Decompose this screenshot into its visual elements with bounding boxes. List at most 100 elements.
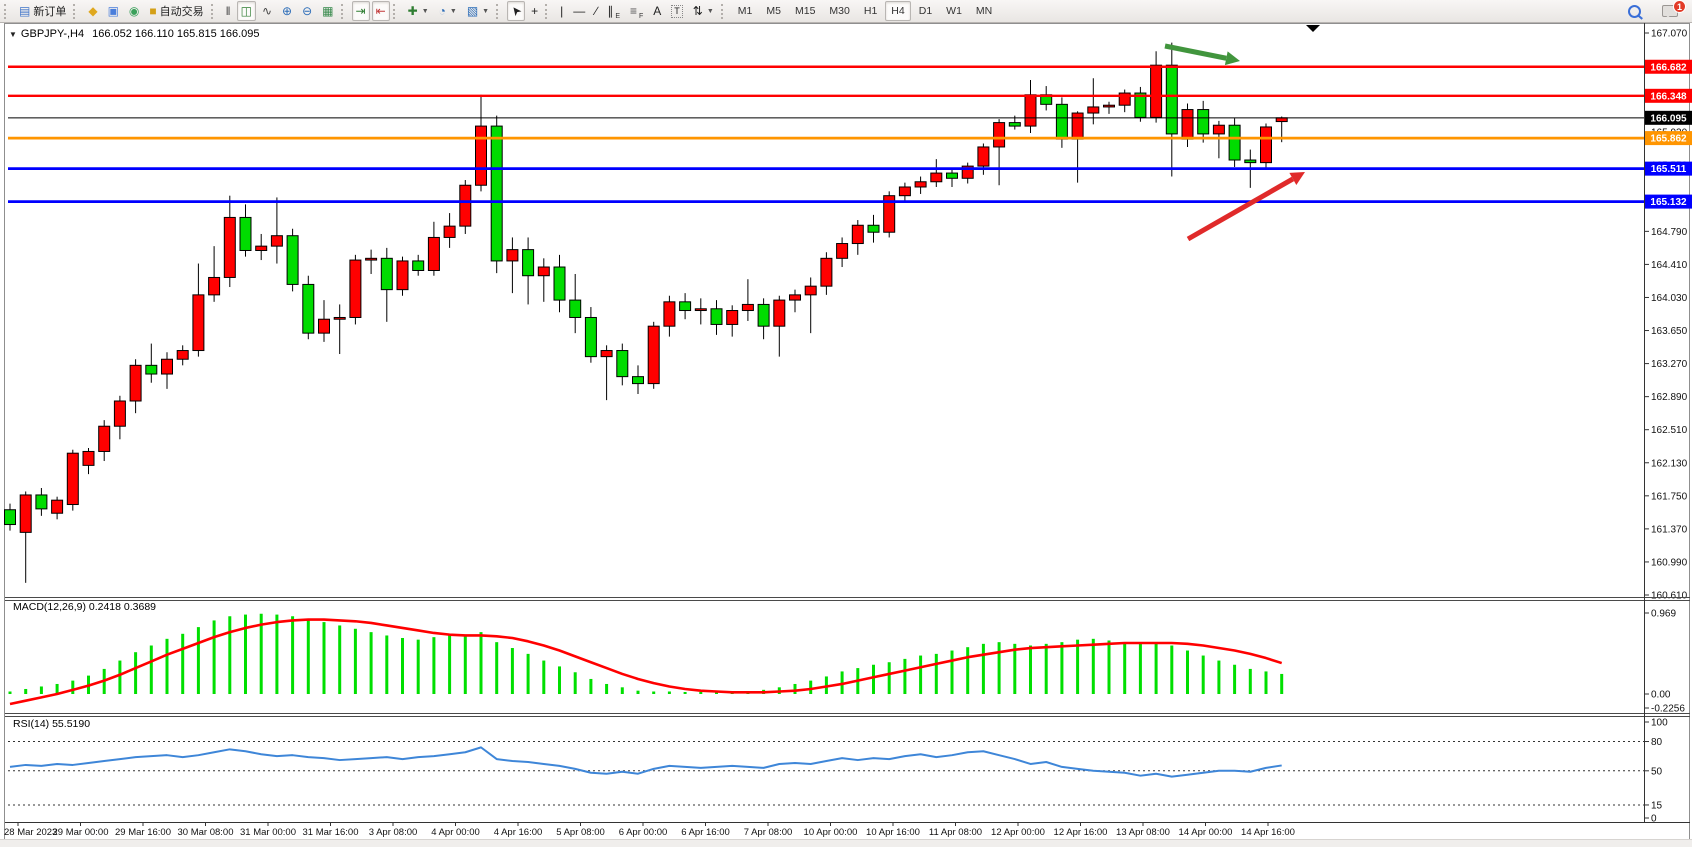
macd-histogram-bar xyxy=(385,635,388,694)
status-bar xyxy=(0,839,1692,847)
search-button[interactable] xyxy=(1624,1,1645,21)
metaeditor-button[interactable]: ◆ xyxy=(84,1,101,21)
macd-histogram-bar xyxy=(668,691,671,694)
candle-body xyxy=(1088,107,1099,113)
chevron-down-icon[interactable]: ▼ xyxy=(482,8,489,15)
date-axis-label: 13 Apr 08:00 xyxy=(1116,827,1170,838)
rsi-axis-label: 15 xyxy=(1651,800,1663,811)
chevron-down-icon[interactable]: ▼ xyxy=(450,8,457,15)
toolbar-group-cursor-tools: ➤+ xyxy=(506,0,543,22)
line-chart-button[interactable]: ∿ xyxy=(258,1,276,21)
vertical-line-button[interactable]: | xyxy=(556,1,567,21)
candle-body xyxy=(1151,65,1162,117)
chevron-down-icon[interactable]: ▼ xyxy=(707,8,714,15)
candle-body xyxy=(67,453,78,504)
toolbar-group-orders: ▤新订单 xyxy=(14,0,71,22)
bar-chart-button[interactable]: ‖ xyxy=(222,1,235,21)
candle-body xyxy=(1009,123,1020,126)
price-axis-label: 161.370 xyxy=(1651,524,1688,535)
toolbar-grip xyxy=(341,4,347,19)
candle-body xyxy=(758,304,769,326)
toolbar-group-scrolling: ⇥⇤ xyxy=(351,0,391,22)
fibonacci-button[interactable]: ≡F xyxy=(626,1,647,21)
price-axis-label: 162.890 xyxy=(1651,392,1688,403)
candlestick-icon: ◫ xyxy=(241,5,252,17)
text-button[interactable]: A xyxy=(649,1,665,21)
green-arrow-shaft xyxy=(1165,46,1226,58)
timeframe-d1-button[interactable]: D1 xyxy=(913,1,938,21)
periods-button[interactable]: ◔▼ xyxy=(435,1,461,21)
macd-axis-label: 0.00 xyxy=(1651,690,1671,701)
candle-body xyxy=(711,309,722,325)
rsi-line xyxy=(10,747,1282,776)
crosshair-button[interactable]: + xyxy=(527,1,542,21)
indicators-button[interactable]: ✚▼ xyxy=(404,1,433,21)
macd-histogram-bar xyxy=(888,662,891,694)
signals-button[interactable]: ◉ xyxy=(125,1,143,21)
zoom-in-button[interactable]: ⊕ xyxy=(278,1,296,21)
candle-body xyxy=(742,304,753,310)
timeframe-m15-button[interactable]: M15 xyxy=(789,1,821,21)
timeframe-mn-button[interactable]: MN xyxy=(970,1,998,21)
candle-body xyxy=(256,246,267,250)
indicators-icon: ✚ xyxy=(408,5,418,17)
toolbar-group-timeframes: M1M5M15M30H1H4D1W1MN xyxy=(731,0,999,22)
candle-body xyxy=(915,182,926,187)
macd-histogram-bar xyxy=(134,652,137,694)
macd-histogram-bar xyxy=(307,619,310,694)
timeframe-h1-button[interactable]: H1 xyxy=(858,1,883,21)
timeframe-h4-button[interactable]: H4 xyxy=(885,1,910,21)
macd-histogram-bar xyxy=(621,687,624,694)
candle-body xyxy=(617,351,628,377)
template-icon: ▧ xyxy=(467,5,478,17)
horizontal-line-button[interactable]: — xyxy=(569,1,589,21)
crosshair-icon: + xyxy=(531,5,538,17)
price-badge-text: 165.511 xyxy=(1651,164,1687,175)
cursor-button[interactable]: ➤ xyxy=(507,1,525,21)
timeframe-m5-button[interactable]: M5 xyxy=(760,1,787,21)
strategy-tester-button[interactable]: ▣ xyxy=(104,1,123,21)
chart-shift-button[interactable]: ⇤ xyxy=(372,1,390,21)
candle-body xyxy=(350,260,361,317)
metaeditor-icon: ◆ xyxy=(88,5,97,17)
candle-body xyxy=(83,451,94,465)
templates-button[interactable]: ▧▼ xyxy=(463,1,493,21)
macd-histogram-bar xyxy=(71,681,74,694)
new-order-button[interactable]: ▤新订单 xyxy=(15,1,70,21)
candle-body xyxy=(366,258,377,260)
text-label-icon: T xyxy=(671,5,683,18)
price-badge-text: 166.095 xyxy=(1650,113,1687,124)
candle-body xyxy=(1072,113,1083,139)
autotrading-button[interactable]: ■自动交易 xyxy=(145,1,207,21)
macd-histogram-bar xyxy=(1265,671,1268,694)
price-badge-text: 166.348 xyxy=(1650,91,1687,102)
search-icon xyxy=(1628,5,1641,18)
candlestick-chart-button[interactable]: ◫ xyxy=(237,1,256,21)
candle-body xyxy=(931,173,942,182)
zoom-out-button[interactable]: ⊖ xyxy=(298,1,316,21)
tile-windows-button[interactable]: ▦ xyxy=(318,1,337,21)
timeframe-m1-button[interactable]: M1 xyxy=(732,1,759,21)
trendline-button[interactable]: ∕ xyxy=(591,1,601,21)
window-menu-icon[interactable]: ▼ xyxy=(9,30,17,39)
notifications-button[interactable]: 1 xyxy=(1662,3,1684,19)
macd-histogram-bar xyxy=(699,692,702,694)
timeframe-m30-button[interactable]: M30 xyxy=(823,1,855,21)
arrows-tool-button[interactable]: ⇅▼ xyxy=(689,1,718,21)
macd-indicator-label: MACD(12,26,9) 0.2418 0.3689 xyxy=(13,601,156,613)
date-axis-label: 6 Apr 16:00 xyxy=(681,827,730,838)
macd-histogram-bar xyxy=(9,691,12,694)
text-label-button[interactable]: T xyxy=(667,1,687,21)
date-axis-label: 12 Apr 16:00 xyxy=(1054,827,1108,838)
timeframe-w1-button[interactable]: W1 xyxy=(940,1,968,21)
auto-scroll-icon: ⇥ xyxy=(356,5,366,17)
chart-canvas[interactable]: 167.070166.690166.310165.930165.550165.1… xyxy=(0,0,1692,847)
toolbar-grip xyxy=(393,4,399,19)
date-axis-label: 12 Apr 00:00 xyxy=(991,827,1045,838)
candle-body xyxy=(994,123,1005,147)
macd-histogram-bar xyxy=(401,638,404,694)
equidistant-channel-button[interactable]: ∥E xyxy=(603,1,624,21)
auto-scroll-button[interactable]: ⇥ xyxy=(352,1,370,21)
text-icon: A xyxy=(653,5,661,17)
chevron-down-icon[interactable]: ▼ xyxy=(422,8,429,15)
